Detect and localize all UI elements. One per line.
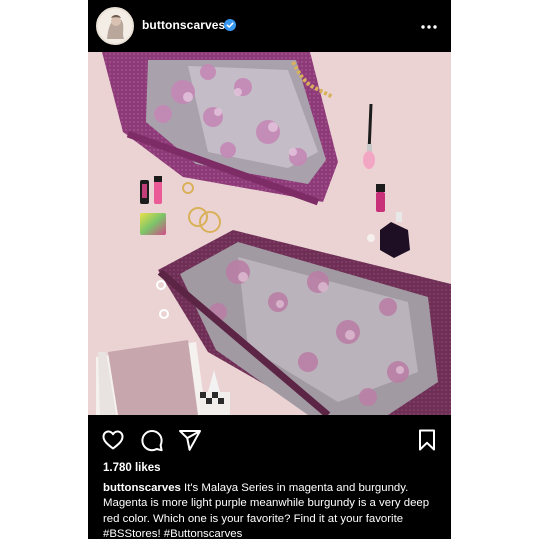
post-caption: buttonscarves It's Malaya Series in mage… — [103, 481, 443, 539]
post-username[interactable]: buttonscarves — [142, 18, 225, 32]
verified-badge-icon — [224, 19, 236, 31]
post-header: buttonscarves — [88, 0, 451, 52]
instagram-post: buttonscarves 1.780 likes buttonscarves … — [88, 0, 451, 539]
bookmark-outline-icon[interactable] — [415, 428, 439, 452]
heart-outline-icon[interactable] — [101, 428, 125, 452]
comment-bubble-icon[interactable] — [140, 428, 164, 452]
post-action-bar — [88, 415, 451, 461]
avatar[interactable] — [96, 7, 134, 45]
likes-count[interactable]: 1.780 likes — [103, 462, 161, 474]
paper-plane-icon[interactable] — [178, 428, 202, 452]
caption-username[interactable]: buttonscarves — [103, 482, 181, 494]
more-horizontal-icon[interactable] — [421, 24, 437, 30]
post-photo[interactable] — [88, 52, 451, 415]
